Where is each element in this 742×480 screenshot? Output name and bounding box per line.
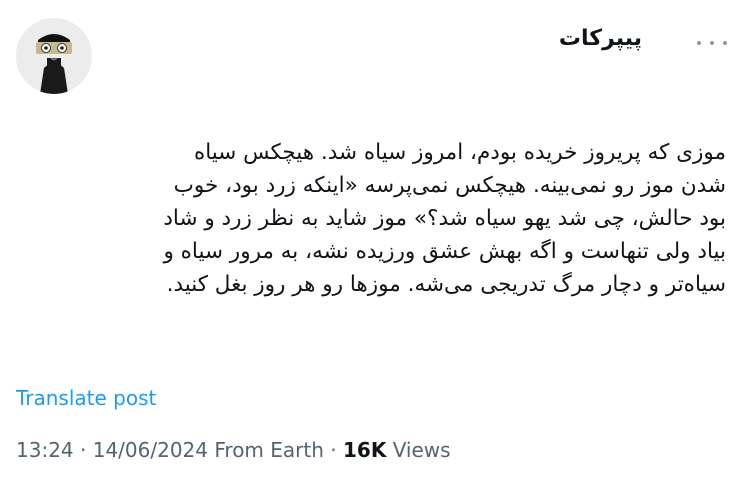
views-count: 16K	[342, 438, 387, 462]
post-date[interactable]: 14/06/2024	[93, 438, 208, 462]
post-time[interactable]: 13:24	[16, 438, 74, 462]
avatar[interactable]	[16, 18, 92, 94]
dot	[723, 41, 727, 45]
avatar-image	[16, 18, 92, 94]
dot	[697, 41, 701, 45]
author-name[interactable]: پیپرکات	[559, 26, 642, 51]
post-meta: 13:24 · 14/06/2024 From Earth · 16K View…	[16, 438, 451, 462]
post-text: موزی که پریروز خریده بودم، امروز سیاه شد…	[163, 140, 726, 297]
views-label: Views	[392, 438, 451, 462]
post-source: From Earth	[214, 438, 324, 462]
meta-separator: ·	[80, 438, 87, 462]
dot	[710, 41, 714, 45]
translate-post-link[interactable]: Translate post	[16, 386, 156, 410]
meta-separator: ·	[330, 438, 337, 462]
more-options-icon[interactable]	[697, 36, 727, 50]
